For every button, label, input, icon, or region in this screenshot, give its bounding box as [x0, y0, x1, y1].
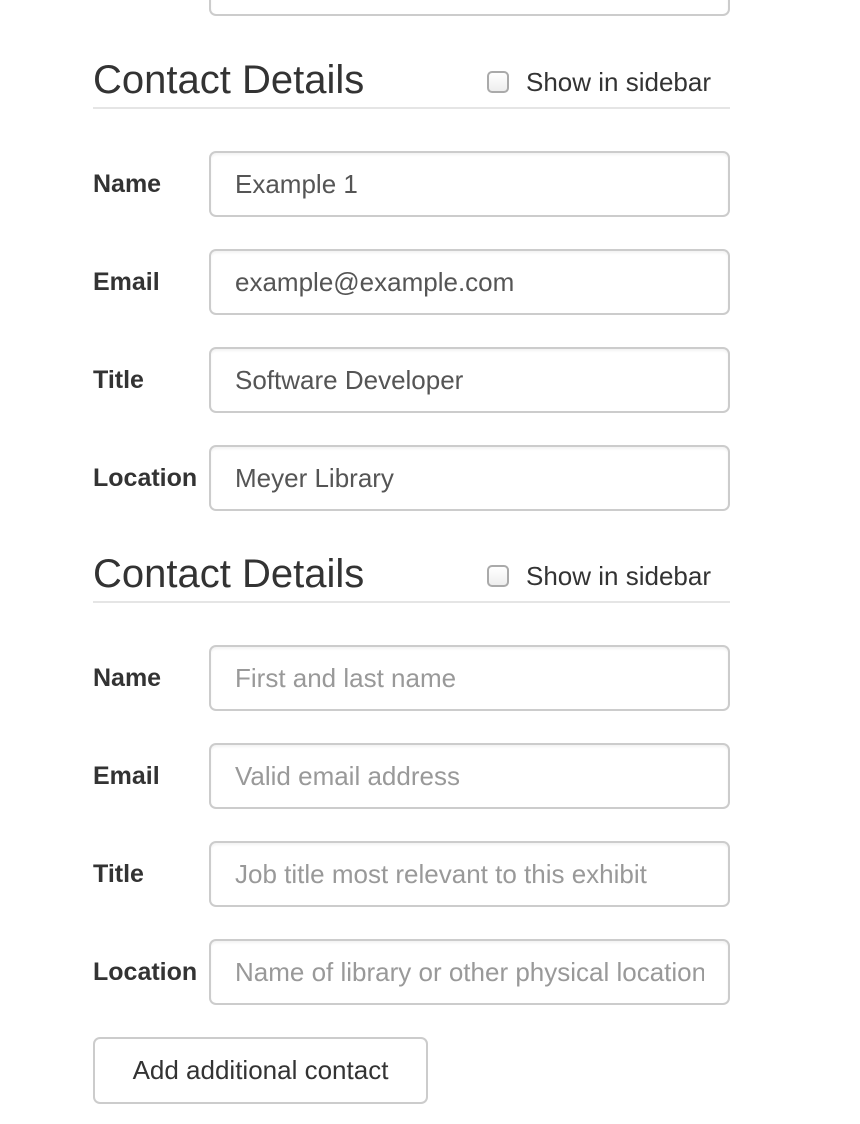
previous-field-input[interactable]	[209, 0, 730, 16]
email-label: Email	[93, 762, 160, 790]
title-label: Title	[93, 366, 144, 394]
name-label: Name	[93, 170, 162, 198]
email-input[interactable]	[209, 249, 730, 315]
name-input[interactable]	[209, 151, 730, 217]
title-label: Title	[93, 860, 144, 888]
location-label: Location	[93, 958, 198, 986]
email-input[interactable]	[209, 743, 730, 809]
title-input[interactable]	[209, 347, 730, 413]
show-in-sidebar-label: Show in sidebar	[526, 561, 711, 591]
name-label: Name	[93, 664, 162, 692]
name-input[interactable]	[209, 645, 730, 711]
show-in-sidebar-checkbox[interactable]	[487, 71, 509, 93]
title-input[interactable]	[209, 841, 730, 907]
section-heading: Contact Details	[93, 58, 365, 102]
location-input[interactable]	[209, 939, 730, 1005]
show-in-sidebar-label: Show in sidebar	[526, 67, 711, 97]
email-label: Email	[93, 268, 160, 296]
section-divider	[93, 107, 730, 109]
show-in-sidebar-checkbox[interactable]	[487, 565, 509, 587]
location-label: Location	[93, 464, 198, 492]
add-additional-contact-button[interactable]: Add additional contact	[93, 1037, 428, 1104]
location-input[interactable]	[209, 445, 730, 511]
section-divider	[93, 601, 730, 603]
section-heading: Contact Details	[93, 552, 365, 596]
